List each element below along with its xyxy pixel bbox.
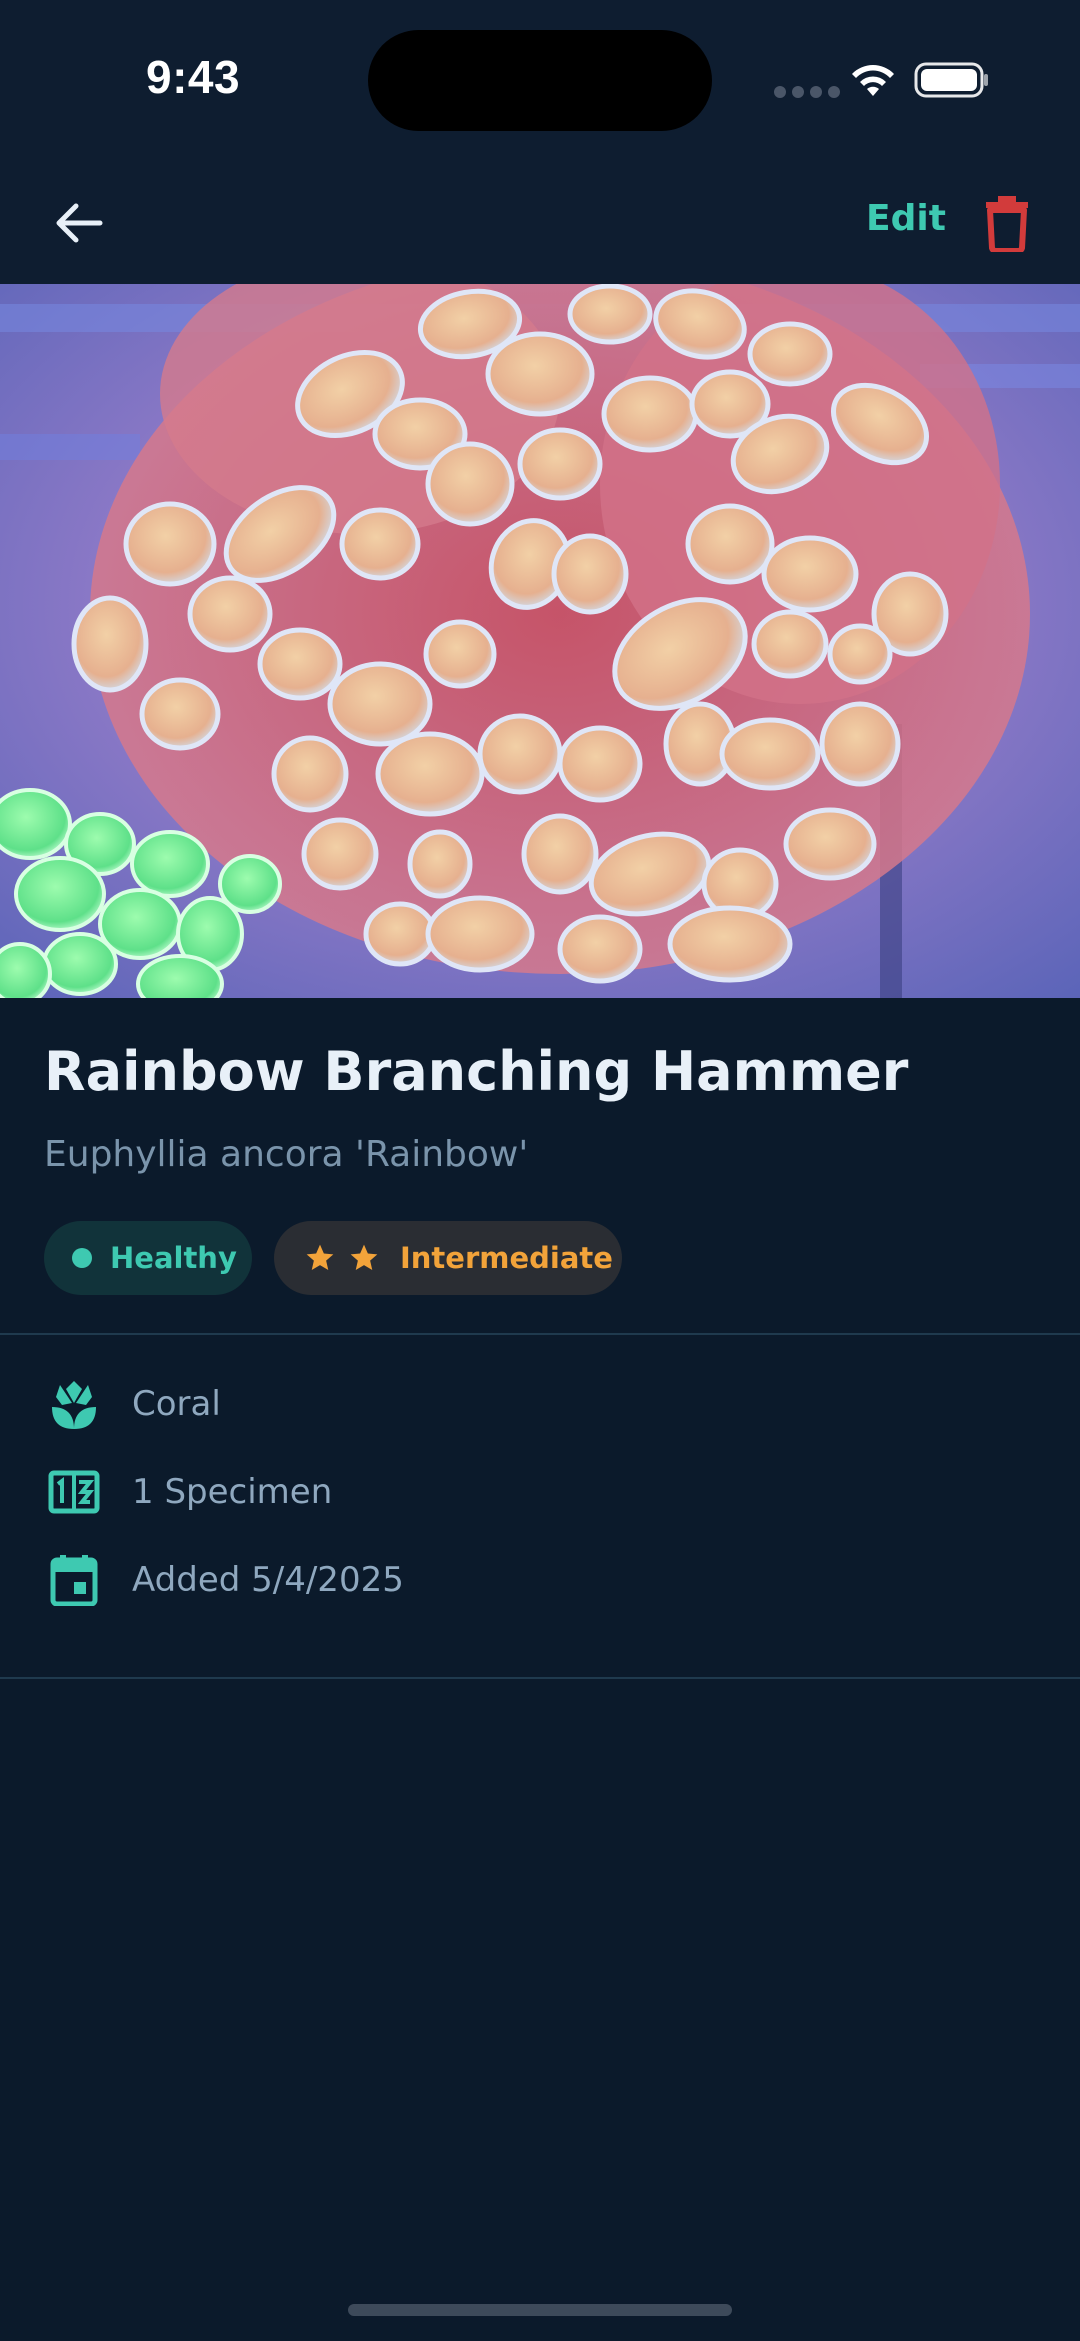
divider (0, 1333, 1080, 1335)
category-label: Coral (132, 1384, 221, 1424)
screen: 9:43 Edit Rainbow Branching Hammer Euphy… (0, 0, 1080, 2341)
top-nav: Edit (0, 160, 1080, 284)
date-added-label: Added 5/4/2025 (132, 1560, 404, 1600)
edit-button[interactable]: Edit (866, 198, 946, 239)
trash-icon (986, 196, 1028, 254)
divider (0, 1677, 1080, 1679)
counter-icon (44, 1462, 104, 1522)
status-dot-icon (72, 1248, 92, 1268)
delete-button[interactable] (980, 194, 1034, 254)
health-status-label: Healthy (110, 1241, 237, 1275)
star-icon (306, 1244, 334, 1270)
dynamic-island (368, 30, 712, 131)
item-name: Rainbow Branching Hammer (44, 1040, 909, 1103)
info-row-category: Coral (44, 1374, 221, 1434)
status-bar: 9:43 (0, 0, 1080, 160)
status-time: 9:43 (146, 51, 241, 103)
coral-photo (0, 284, 1080, 998)
arrow-left-icon (56, 203, 103, 243)
cellular-signal-icon (774, 86, 840, 98)
battery-icon (914, 62, 988, 98)
difficulty-label: Intermediate (400, 1241, 613, 1275)
star-icon (350, 1244, 378, 1270)
difficulty-badge: Intermediate (274, 1221, 622, 1295)
calendar-icon (44, 1550, 104, 1610)
coral-icon (44, 1374, 104, 1434)
info-row-date: Added 5/4/2025 (44, 1550, 404, 1610)
health-status-badge: Healthy (44, 1221, 252, 1295)
back-button[interactable] (44, 188, 114, 258)
quantity-label: 1 Specimen (132, 1472, 333, 1512)
home-indicator[interactable] (348, 2304, 732, 2316)
info-row-quantity: 1 Specimen (44, 1462, 332, 1522)
wifi-icon (852, 65, 894, 96)
scientific-name: Euphyllia ancora 'Rainbow' (44, 1134, 529, 1175)
difficulty-stars (304, 1242, 380, 1274)
